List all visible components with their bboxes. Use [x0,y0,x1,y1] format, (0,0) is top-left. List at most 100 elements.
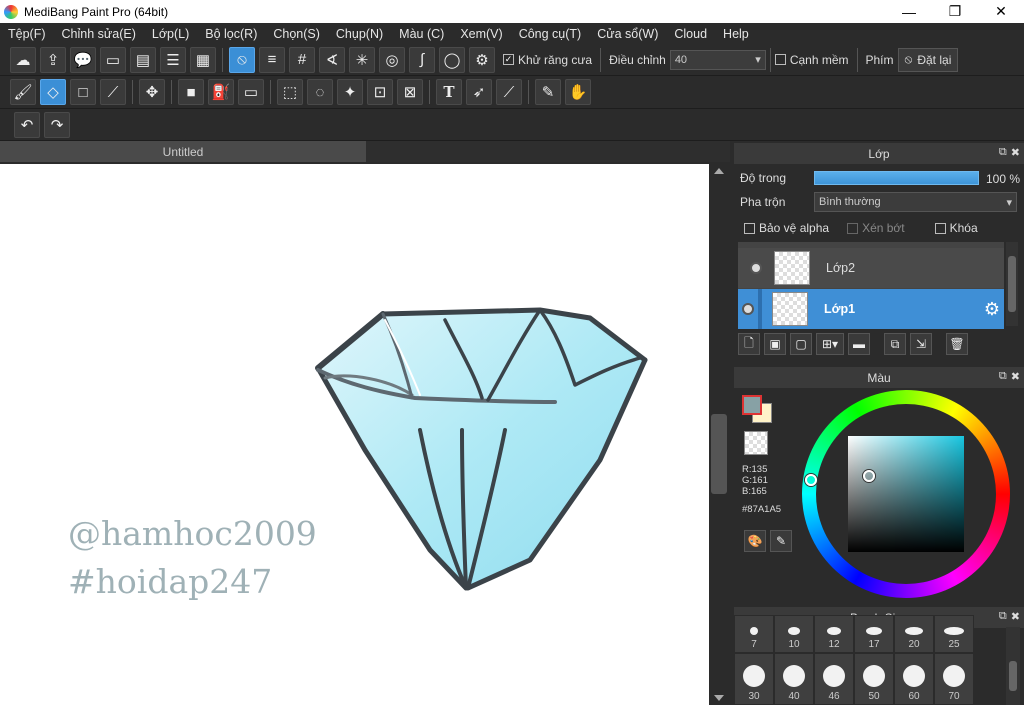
layer-item[interactable]: Lớp1 ⚙ [738,289,1004,329]
clipping-checkbox[interactable] [847,222,859,234]
protect-alpha-checkbox[interactable] [744,222,755,234]
duplicate-layer-icon[interactable]: ⧉ [884,333,906,355]
brush-size-cell[interactable]: 7 [734,615,774,653]
bucket-tool-icon[interactable]: ⛽ [208,79,234,105]
sv-picker-handle[interactable] [863,470,875,482]
page-icon[interactable]: ▤ [130,46,156,73]
eraser-tool-icon[interactable]: ◇ [40,79,66,105]
layer-list-scrollbar[interactable] [1006,242,1018,326]
close-icon[interactable]: ✖ [1011,370,1020,383]
gradient-tool-icon[interactable]: ▭ [238,79,264,105]
menu-layer[interactable]: Lớp(L) [144,27,197,41]
palette-edit-icon[interactable]: ✎ [770,530,792,552]
popout-icon[interactable]: ⧉ [999,146,1007,159]
undo-icon[interactable]: ↶ [14,111,40,138]
menu-select[interactable]: Chọn(S) [265,27,328,41]
visibility-eye-icon[interactable] [742,303,754,315]
close-icon[interactable]: ✖ [1011,610,1020,623]
parallel-lines-icon[interactable]: ≡ [259,46,285,73]
scroll-down-icon[interactable] [714,695,724,701]
redo-icon[interactable]: ↷ [44,111,70,138]
brush-size-cell[interactable]: 20 [894,615,934,653]
curve-icon[interactable]: ∫ [409,46,435,73]
palette-icon[interactable]: 🎨 [744,530,766,552]
scroll-up-icon[interactable] [714,168,724,174]
opacity-slider[interactable] [814,171,979,185]
transparent-color-swatch[interactable] [744,431,768,455]
soft-edge-checkbox[interactable] [774,54,786,65]
share-icon[interactable]: ⇪ [40,46,66,73]
blend-select[interactable]: Bình thường ▾ [814,192,1017,212]
menu-tools[interactable]: Công cụ(T) [511,27,590,41]
antialias-checkbox[interactable]: ✓ [503,54,514,65]
magic-wand-icon[interactable]: ✦ [337,79,363,105]
menu-help[interactable]: Help [715,27,757,41]
new-1bit-layer-icon[interactable]: ▢ [790,333,812,355]
minimize-button[interactable]: — [886,0,932,23]
delete-layer-icon[interactable]: 🗑 [946,333,968,355]
visibility-eye-icon[interactable] [750,262,762,274]
divide-tool-icon[interactable]: ⟋ [496,79,522,105]
menu-cloud[interactable]: Cloud [666,27,715,41]
lasso-tool-icon[interactable]: ◌ [307,79,333,105]
snap-off-icon[interactable]: ⦸ [229,46,255,73]
document-tab[interactable]: Untitled [0,141,366,162]
grid-snap-icon[interactable]: # [289,46,315,73]
hue-picker-handle[interactable] [805,474,817,486]
brush-size-cell[interactable]: 50 [854,653,894,705]
popout-icon[interactable]: ⧉ [999,370,1007,383]
brush-size-cell[interactable]: 25 [934,615,974,653]
cloud-save-icon[interactable]: ☁ [10,46,36,73]
brush-tool-icon[interactable]: 🖌 [10,79,36,105]
add-layer-menu-icon[interactable]: ⊞▾ [816,333,844,355]
brush-size-scrollbar[interactable] [1006,627,1020,705]
comment-icon[interactable]: 💬 [70,46,96,73]
fill-rect-icon[interactable]: ■ [178,79,204,105]
color-wheel[interactable] [802,390,1010,598]
select-pen-icon[interactable]: ⊡ [367,79,393,105]
brush-size-cell[interactable]: 30 [734,653,774,705]
merge-layer-icon[interactable]: ⇲ [910,333,932,355]
layer-item[interactable]: Lớp2 [738,248,1004,288]
speech-bubble-icon[interactable]: ▭ [100,46,126,73]
ellipse-icon[interactable]: ◯ [439,46,465,73]
saturation-value-square[interactable] [848,436,964,552]
menu-snap[interactable]: Chụp(N) [328,27,391,41]
select-eraser-icon[interactable]: ⊠ [397,79,423,105]
eyedropper-icon[interactable]: ✎ [535,79,561,105]
close-button[interactable]: ✕ [978,0,1024,23]
reset-button[interactable]: ⦸ Đặt lại [897,47,959,72]
new-8bit-layer-icon[interactable]: ▣ [764,333,786,355]
menu-color[interactable]: Màu (C) [391,27,452,41]
foreground-color-swatch[interactable] [742,395,762,415]
concentric-icon[interactable]: ◎ [379,46,405,73]
brush-size-cell[interactable]: 70 [934,653,974,705]
select-rect-icon[interactable]: ⬚ [277,79,303,105]
text-tool-icon[interactable]: T [436,79,462,105]
menu-file[interactable]: Tệp(F) [0,27,54,41]
brush-size-cell[interactable]: 46 [814,653,854,705]
menu-filter[interactable]: Bộ lọc(R) [197,27,265,41]
folder-icon[interactable]: ▬ [848,333,870,355]
perspective-icon[interactable]: ∢ [319,46,345,73]
brush-size-cell[interactable]: 12 [814,615,854,653]
adjust-select[interactable]: 40 ▾ [669,49,766,70]
operation-tool-icon[interactable]: ➶ [466,79,492,105]
lock-checkbox[interactable] [934,222,946,234]
hand-tool-icon[interactable]: ✋ [565,79,591,105]
brush-size-cell[interactable]: 60 [894,653,934,705]
layer-settings-gear-icon[interactable]: ⚙ [984,299,1000,320]
menu-window[interactable]: Cửa sổ(W) [589,27,666,41]
maximize-button[interactable]: ❐ [932,0,978,23]
move-tool-icon[interactable]: ✥ [139,79,165,105]
dot-tool-icon[interactable]: □ [70,79,96,105]
new-layer-icon[interactable]: 🗋 [738,333,760,355]
panel-list-icon[interactable]: ☰ [160,46,186,73]
line-tool-icon[interactable]: ⟋ [100,79,126,105]
canvas-scrollbar[interactable] [709,164,729,705]
brush-size-cell[interactable]: 17 [854,615,894,653]
close-icon[interactable]: ✖ [1011,146,1020,159]
brush-size-cell[interactable]: 40 [774,653,814,705]
panel-grid-icon[interactable]: ▦ [190,46,216,73]
settings-gear-icon[interactable]: ⚙ [469,46,495,73]
